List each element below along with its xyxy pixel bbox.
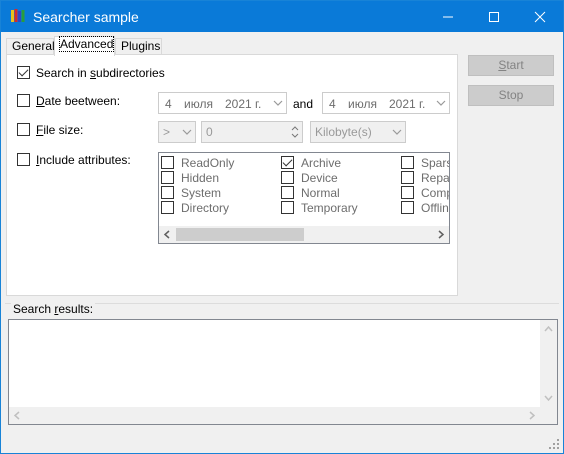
size-operator-value: > bbox=[163, 125, 171, 139]
search-results-label: Search results: bbox=[11, 302, 96, 316]
chevron-down-icon bbox=[273, 100, 283, 106]
size-value: 0 bbox=[206, 125, 213, 139]
attr-temporary-label: Temporary bbox=[301, 201, 358, 215]
date-to-month: июля bbox=[348, 97, 377, 111]
size-unit-value: Kilobyte(s) bbox=[315, 125, 372, 139]
attr-directory-label: Directory bbox=[181, 201, 230, 215]
date-between-label: Date beetween: bbox=[36, 94, 121, 108]
date-from-day: 4 bbox=[165, 97, 172, 111]
date-from-year: 2021 г. bbox=[225, 97, 262, 111]
stop-button-label: Stop bbox=[498, 88, 524, 102]
scroll-right-icon[interactable] bbox=[527, 411, 536, 420]
close-button[interactable] bbox=[517, 1, 563, 32]
attributes-list: ReadOnly Hidden System Directory Archive bbox=[158, 152, 450, 244]
include-attributes-label: Include attributes: bbox=[36, 153, 131, 167]
tab-general[interactable]: General bbox=[6, 38, 55, 55]
title-bar: Searcher sample bbox=[1, 1, 563, 32]
file-size-checkbox[interactable] bbox=[17, 123, 30, 136]
tab-plugins-label: Plugins bbox=[121, 39, 161, 53]
attr-system-label: System bbox=[181, 186, 222, 200]
close-icon bbox=[534, 11, 546, 23]
start-button[interactable]: Start bbox=[468, 55, 554, 76]
date-to-year: 2021 г. bbox=[389, 97, 426, 111]
minimize-icon bbox=[443, 16, 453, 18]
scrollbar-corner bbox=[540, 407, 557, 424]
attributes-horizontal-scrollbar[interactable] bbox=[159, 226, 449, 243]
attr-compressed-checkbox[interactable] bbox=[401, 186, 414, 199]
scroll-left-icon[interactable] bbox=[163, 230, 172, 239]
size-unit-select[interactable]: Kilobyte(s) bbox=[310, 121, 406, 143]
stop-button[interactable]: Stop bbox=[468, 85, 554, 106]
scroll-up-icon[interactable] bbox=[544, 325, 553, 334]
chevron-down-icon bbox=[436, 100, 446, 106]
search-subdirectories-label: Search in subdirectories bbox=[36, 66, 165, 80]
app-books-icon bbox=[11, 9, 25, 22]
tab-general-label: General bbox=[12, 39, 55, 53]
app-window: Searcher sample General Advanced Plugins… bbox=[0, 0, 564, 454]
results-horizontal-scrollbar[interactable] bbox=[9, 407, 540, 424]
advanced-tab-page: Search in subdirectories Date beetween: … bbox=[6, 54, 458, 296]
attr-hidden-label: Hidden bbox=[181, 171, 220, 185]
scroll-down-icon[interactable] bbox=[544, 393, 553, 402]
chevron-down-icon bbox=[392, 129, 402, 135]
attr-reparse-label: Repar bbox=[421, 171, 450, 185]
attr-device-label: Device bbox=[301, 171, 338, 185]
tab-advanced[interactable]: Advanced bbox=[54, 36, 115, 56]
attr-sparse-checkbox[interactable] bbox=[401, 156, 414, 169]
maximize-button[interactable] bbox=[471, 1, 517, 32]
size-value-stepper[interactable]: 0 bbox=[201, 121, 303, 143]
attr-temporary-checkbox[interactable] bbox=[281, 201, 294, 214]
spin-arrows-icon bbox=[291, 126, 299, 138]
file-size-label: File size: bbox=[36, 123, 84, 137]
chevron-down-icon bbox=[182, 129, 192, 135]
search-subdirectories-checkbox[interactable] bbox=[17, 66, 30, 79]
attr-reparse-checkbox[interactable] bbox=[401, 171, 414, 184]
attr-readonly-checkbox[interactable] bbox=[161, 156, 174, 169]
date-from-month: июля bbox=[184, 97, 213, 111]
attr-system-checkbox[interactable] bbox=[161, 186, 174, 199]
date-between-checkbox[interactable] bbox=[17, 94, 30, 107]
attr-compressed-label: Compr bbox=[421, 186, 449, 200]
start-button-label: tart bbox=[506, 58, 524, 72]
scroll-thumb[interactable] bbox=[176, 228, 304, 241]
date-to-day: 4 bbox=[329, 97, 336, 111]
attr-offline-label: Offline bbox=[421, 201, 449, 215]
include-attributes-checkbox[interactable] bbox=[17, 153, 30, 166]
attr-archive-checkbox[interactable] bbox=[281, 156, 294, 169]
tab-advanced-label: Advanced bbox=[58, 36, 115, 52]
attr-directory-checkbox[interactable] bbox=[161, 201, 174, 214]
search-results-list[interactable] bbox=[8, 319, 558, 425]
attr-sparse-label: Sparse bbox=[421, 156, 449, 170]
minimize-button[interactable] bbox=[425, 1, 471, 32]
and-label: and bbox=[293, 97, 314, 111]
attr-offline-checkbox[interactable] bbox=[401, 201, 414, 214]
maximize-icon bbox=[489, 12, 499, 22]
attr-normal-label: Normal bbox=[301, 186, 340, 200]
results-vertical-scrollbar[interactable] bbox=[540, 320, 557, 407]
date-from-picker[interactable]: 4 июля 2021 г. bbox=[158, 92, 287, 114]
size-operator-select[interactable]: > bbox=[158, 121, 196, 143]
attr-hidden-checkbox[interactable] bbox=[161, 171, 174, 184]
attr-device-checkbox[interactable] bbox=[281, 171, 294, 184]
date-to-picker[interactable]: 4 июля 2021 г. bbox=[322, 92, 450, 114]
attr-archive-label: Archive bbox=[301, 156, 342, 170]
status-bar bbox=[1, 433, 563, 453]
scroll-left-icon[interactable] bbox=[13, 411, 22, 420]
attr-readonly-label: ReadOnly bbox=[181, 156, 235, 170]
tab-plugins[interactable]: Plugins bbox=[115, 38, 162, 55]
resize-grip-icon[interactable] bbox=[548, 438, 560, 450]
attr-normal-checkbox[interactable] bbox=[281, 186, 294, 199]
scroll-right-icon[interactable] bbox=[436, 230, 445, 239]
window-title: Searcher sample bbox=[33, 9, 139, 25]
